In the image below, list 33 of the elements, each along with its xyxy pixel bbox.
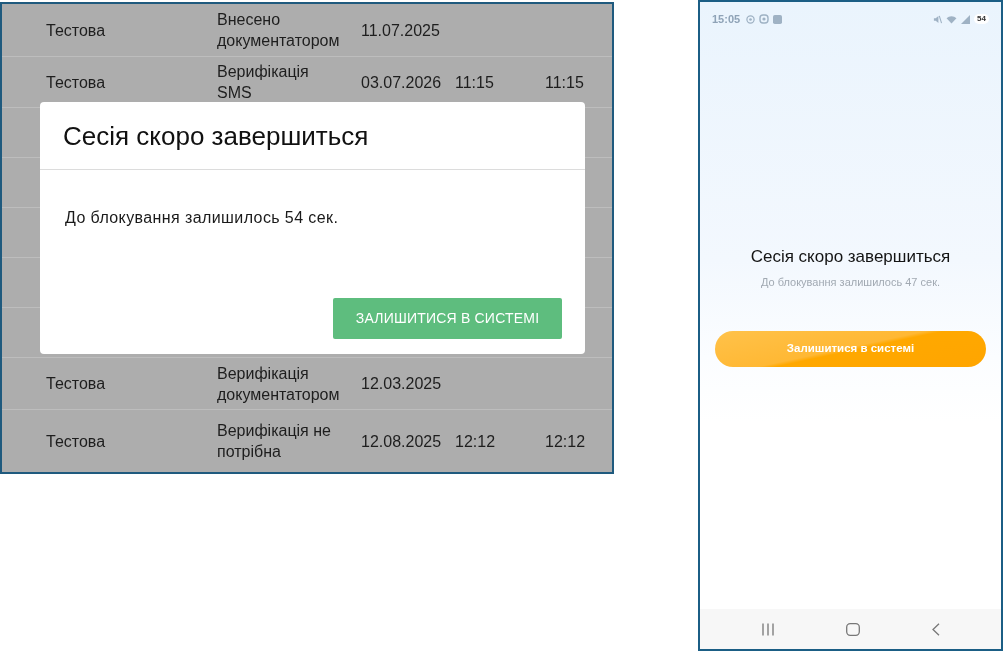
status-time: 15:05 xyxy=(712,13,741,25)
home-icon[interactable] xyxy=(845,622,860,636)
stay-logged-in-button[interactable]: ЗАЛИШИТИСЯ В СИСТЕМІ xyxy=(333,298,562,339)
round-status-icon xyxy=(759,14,770,24)
dialog-message: До блокування залишилось 54 сек. xyxy=(65,208,339,228)
back-icon[interactable] xyxy=(931,622,940,636)
table-cell-text: Верифікація не потрібна xyxy=(217,421,332,462)
square-status-icon xyxy=(773,14,783,24)
mute-icon xyxy=(933,14,943,24)
table-cell-text: Тестова xyxy=(46,72,106,93)
battery-indicator: 54 xyxy=(974,14,989,24)
wifi-icon xyxy=(946,14,958,24)
table-cell-text: Верифікація документатором xyxy=(217,363,341,405)
table-cell-text: 12:12 xyxy=(545,431,586,452)
table-cell-text: Тестова xyxy=(46,374,106,394)
table-cell-text: Верифікація SMS xyxy=(217,62,310,103)
table-cell-text: 12.08.2025 xyxy=(361,431,442,452)
table-cell-text: 12:12 xyxy=(455,431,496,452)
table-cell-text: Тестова xyxy=(46,431,106,452)
round-status-icon xyxy=(746,14,756,24)
recent-apps-icon[interactable] xyxy=(761,622,774,636)
table-cell-text: 03.07.2026 xyxy=(361,72,442,93)
table-cell-text: 12.03.2025 xyxy=(361,374,442,394)
table-cell-text: 11.07.2025 xyxy=(361,20,440,41)
dialog-message: До блокування залишилось 47 сек. xyxy=(760,275,941,289)
signal-icon xyxy=(961,14,971,24)
table-cell-text: 11:15 xyxy=(545,72,584,93)
table-cell-text: Внесено документатором xyxy=(217,10,341,51)
table-cell-text: Тестова xyxy=(46,20,106,41)
dialog-title: Сесія скоро завершиться xyxy=(63,120,369,151)
stay-logged-in-button[interactable]: Залишитися в системі xyxy=(715,331,986,367)
table-cell-text: 11:15 xyxy=(455,72,494,93)
dialog-title: Сесія скоро завершиться xyxy=(750,246,951,268)
